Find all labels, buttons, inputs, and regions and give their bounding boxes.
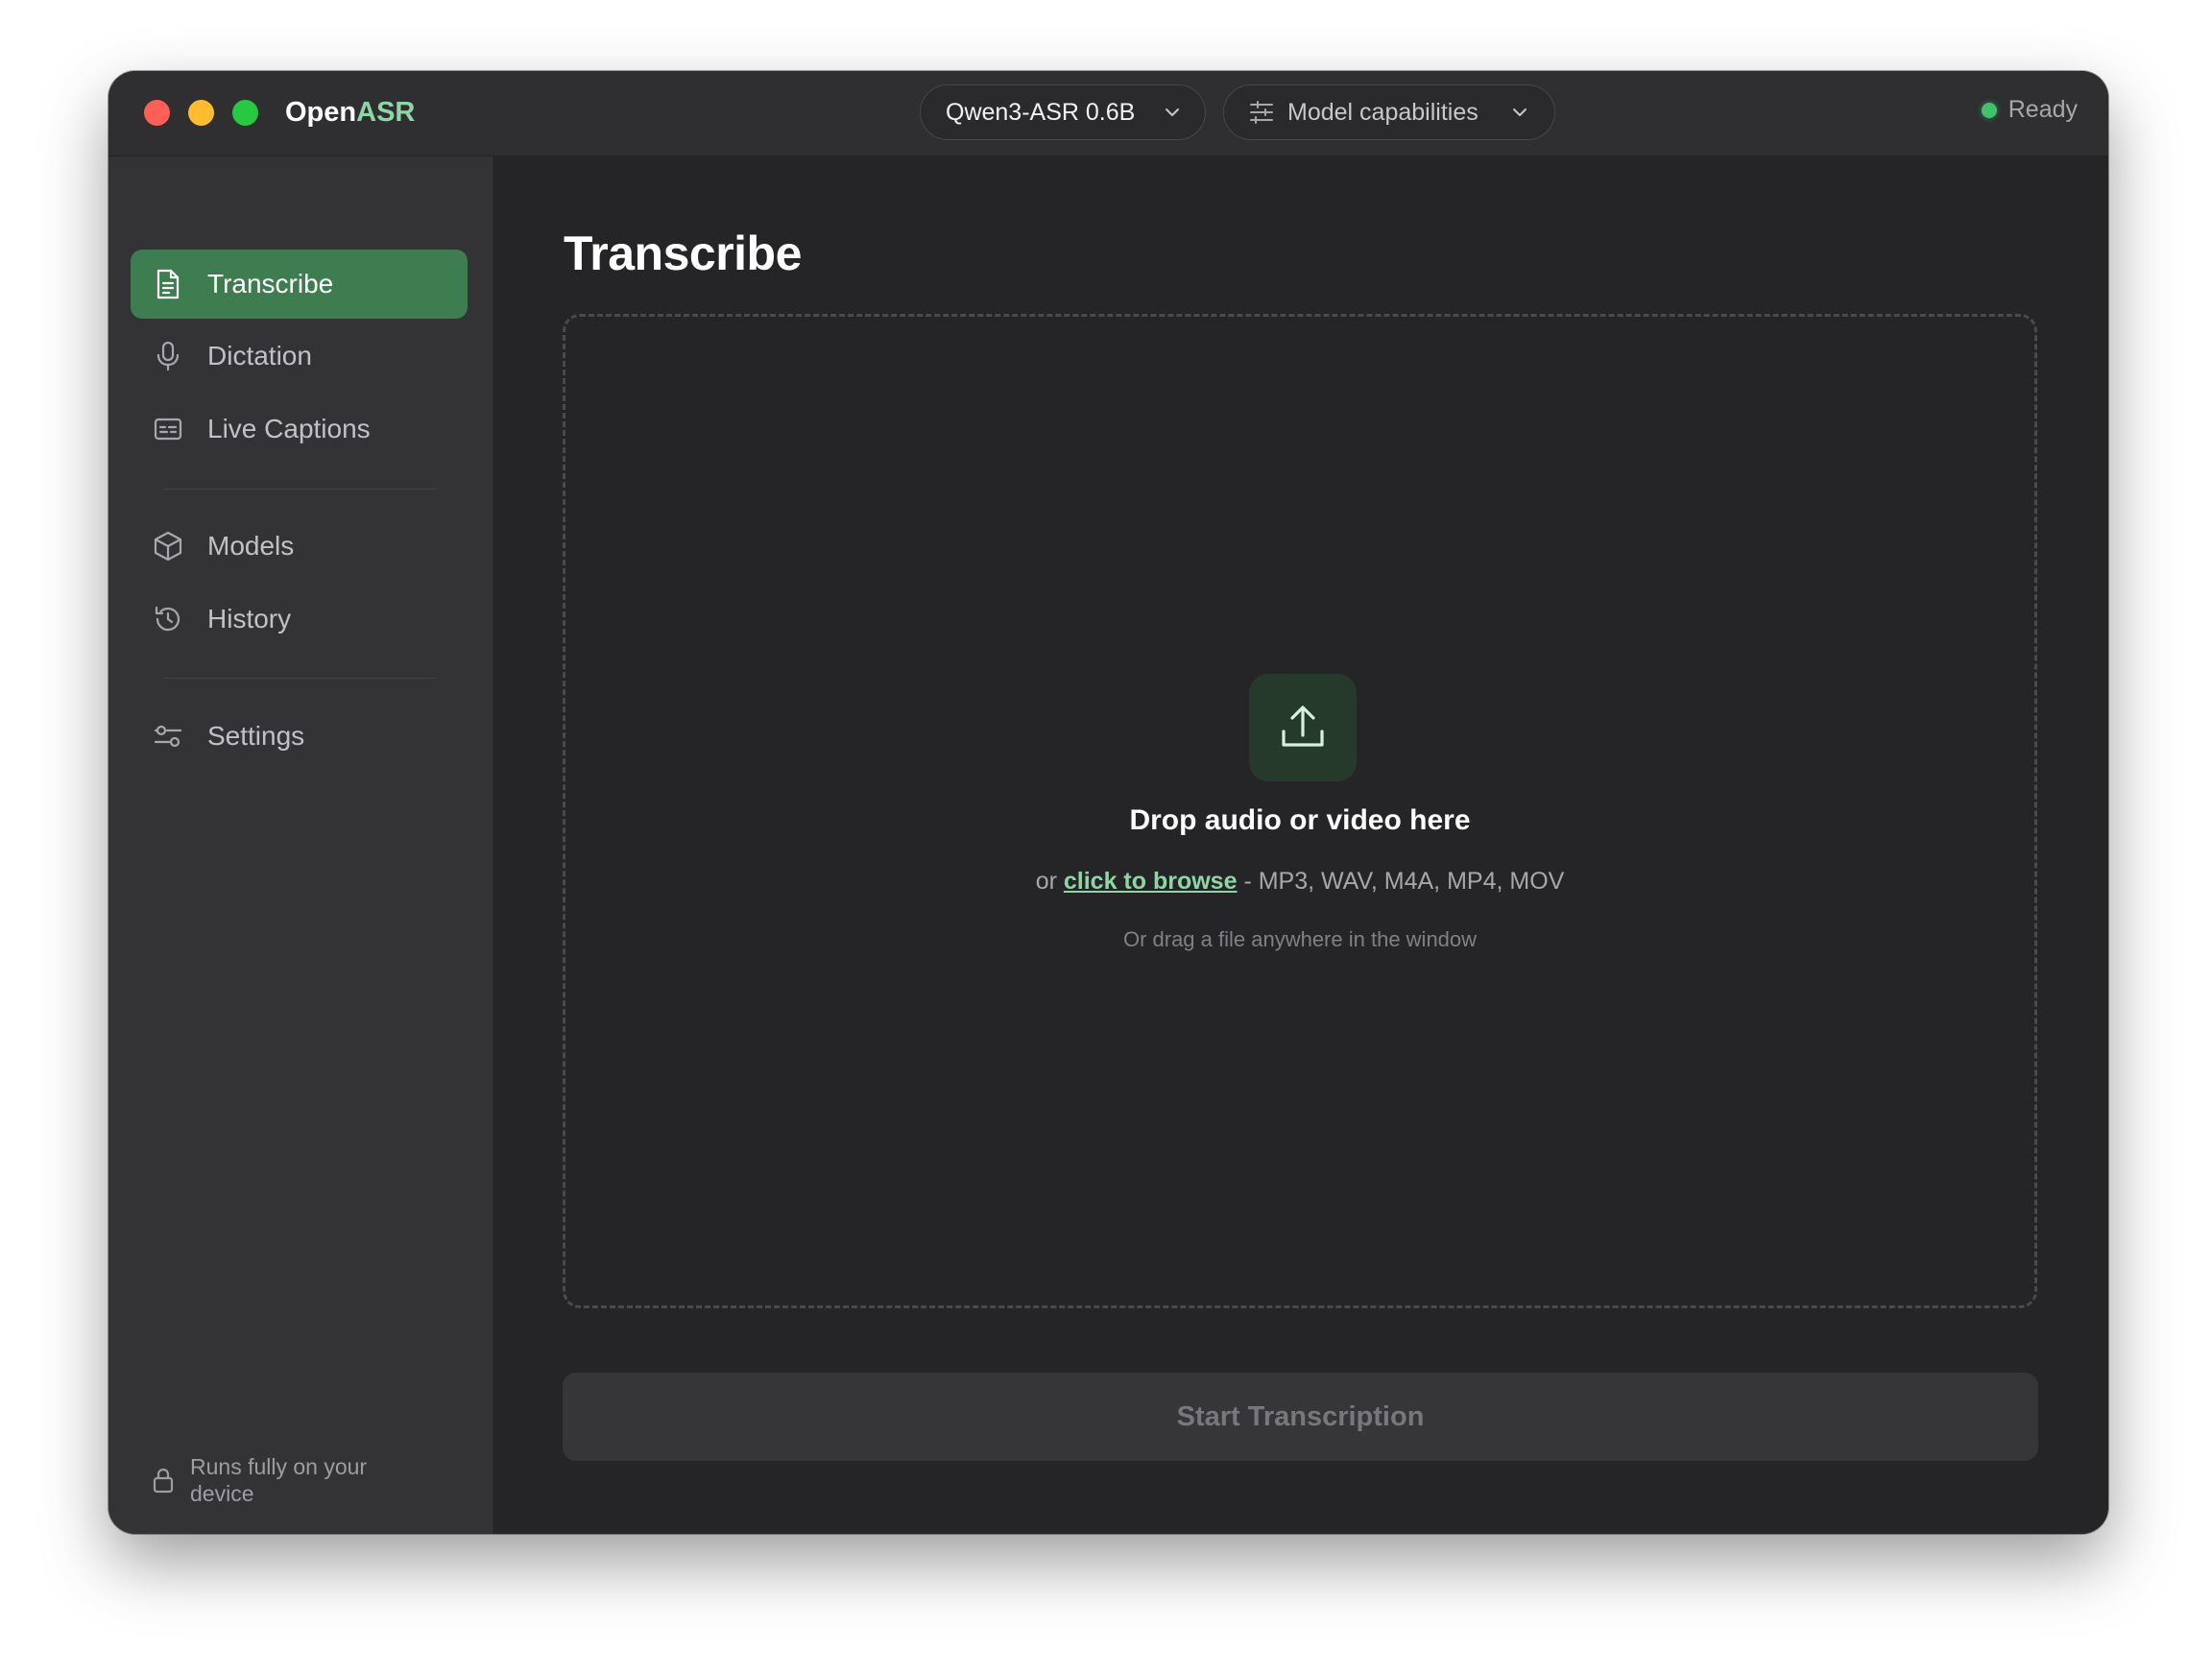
status-label: Ready: [2008, 96, 2078, 123]
on-device-note: Runs fully on your device: [152, 1453, 401, 1507]
sidebar: Transcribe Dictation Live Captions Model…: [108, 156, 493, 1534]
sidebar-item-transcribe[interactable]: Transcribe: [131, 250, 468, 319]
model-capabilities-label: Model capabilities: [1287, 98, 1479, 126]
model-capabilities-dropdown[interactable]: Model capabilities: [1223, 84, 1555, 140]
sidebar-divider: [163, 678, 437, 679]
lock-icon: [152, 1467, 175, 1499]
minimize-window-button[interactable]: [188, 100, 214, 126]
cube-icon: [152, 530, 184, 562]
sidebar-item-settings[interactable]: Settings: [131, 702, 468, 771]
start-transcription-button[interactable]: Start Transcription: [563, 1373, 2038, 1461]
sidebar-item-label: Transcribe: [207, 269, 334, 299]
dropzone-title: Drop audio or video here: [1129, 804, 1471, 836]
app-title-prefix: Open: [285, 97, 357, 128]
document-icon: [152, 268, 184, 300]
title-bar: OpenASR Qwen3-ASR 0.6B Model capabilitie…: [108, 71, 2108, 156]
app-window: OpenASR Qwen3-ASR 0.6B Model capabilitie…: [108, 71, 2108, 1534]
browse-link[interactable]: click to browse: [1064, 868, 1238, 895]
app-title-accent: ASR: [356, 97, 416, 128]
supported-formats: - MP3, WAV, M4A, MP4, MOV: [1237, 868, 1565, 895]
app-title: OpenASR: [285, 94, 415, 131]
sliders-icon: [1249, 101, 1274, 124]
model-select-label: Qwen3-ASR 0.6B: [946, 98, 1136, 126]
sidebar-divider: [163, 489, 437, 490]
status-dot: [1981, 102, 1997, 118]
model-select-dropdown[interactable]: Qwen3-ASR 0.6B: [920, 84, 1206, 140]
sidebar-item-live-captions[interactable]: Live Captions: [131, 395, 468, 464]
maximize-window-button[interactable]: [232, 100, 258, 126]
sidebar-item-label: Settings: [207, 721, 305, 751]
upload-icon: [1249, 674, 1357, 781]
sidebar-item-label: History: [207, 604, 292, 634]
dropzone-hint: Or drag a file anywhere in the window: [1122, 927, 1478, 951]
sidebar-item-models[interactable]: Models: [131, 512, 468, 581]
settings-sliders-icon: [152, 720, 184, 753]
file-dropzone[interactable]: Drop audio or video here or click to bro…: [563, 314, 2037, 1308]
sidebar-item-label: Dictation: [207, 341, 312, 371]
microphone-icon: [152, 340, 184, 372]
status-indicator: Ready: [1981, 96, 2078, 124]
dropzone-or-text: or: [1035, 868, 1064, 895]
dropzone-subtitle: or click to browse - MP3, WAV, M4A, MP4,…: [565, 868, 2034, 896]
history-icon: [152, 603, 184, 635]
sidebar-item-label: Live Captions: [207, 414, 371, 443]
close-window-button[interactable]: [144, 100, 170, 126]
chevron-down-icon: [1512, 108, 1527, 117]
on-device-text: Runs fully on your device: [190, 1454, 368, 1506]
chevron-down-icon: [1165, 108, 1180, 117]
sidebar-item-history[interactable]: History: [131, 585, 468, 654]
main-content: Transcribe Drop audio or video here or c…: [493, 156, 2108, 1534]
captions-icon: [152, 413, 184, 445]
sidebar-item-dictation[interactable]: Dictation: [131, 322, 468, 391]
sidebar-item-label: Models: [207, 531, 295, 561]
page-title: Transcribe: [564, 227, 802, 280]
